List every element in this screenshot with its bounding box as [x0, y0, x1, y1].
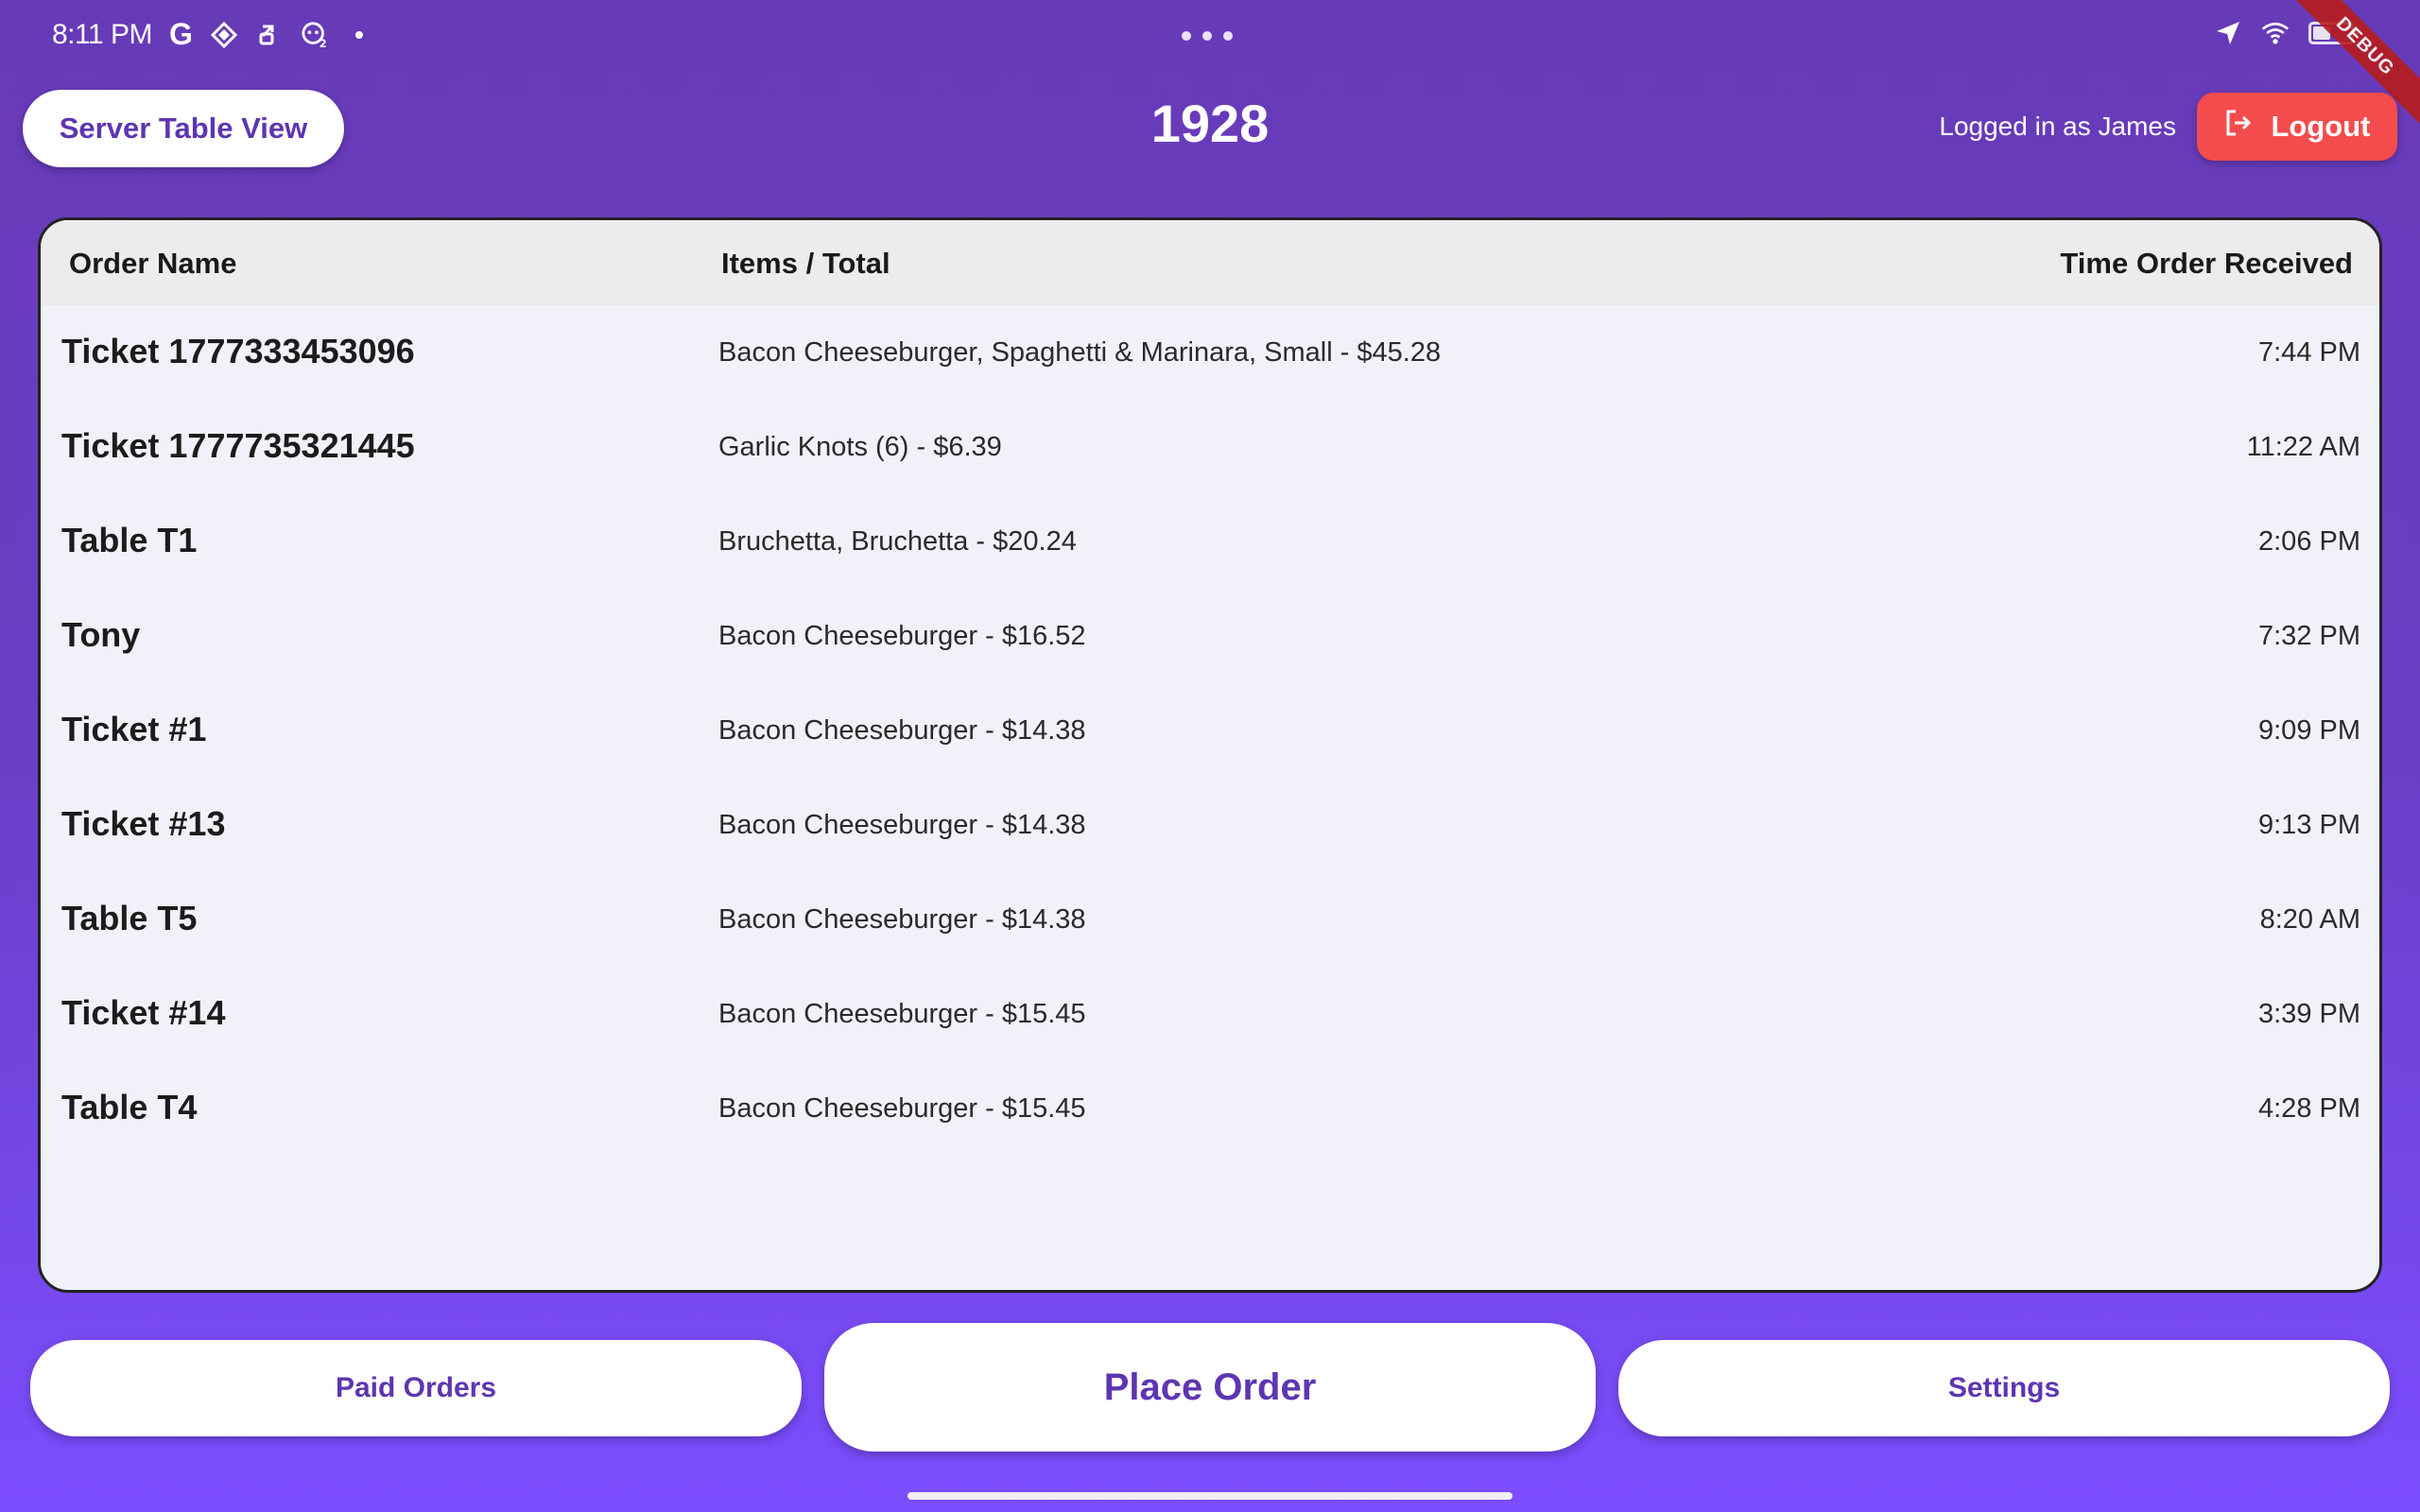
page-title: 1928 [1150, 94, 1270, 153]
order-time: 3:39 PM [2258, 999, 2360, 1029]
table-row[interactable]: Tony Bacon Cheeseburger - $16.52 7:32 PM [41, 589, 2379, 683]
table-row[interactable]: Table T1 Bruchetta, Bruchetta - $20.24 2… [41, 494, 2379, 589]
table-header: Order Name Items / Total Time Order Rece… [41, 220, 2379, 305]
order-name: Table T5 [61, 899, 198, 937]
column-header-time: Time Order Received [2060, 247, 2353, 280]
table-row[interactable]: Ticket 1777735321445 Garlic Knots (6) - … [41, 400, 2379, 494]
order-time: 7:44 PM [2258, 337, 2360, 368]
order-name: Ticket #13 [61, 804, 226, 843]
table-row[interactable]: Ticket #13 Bacon Cheeseburger - $14.38 9… [41, 778, 2379, 872]
order-items: Bruchetta, Bruchetta - $20.24 [718, 526, 1077, 557]
game-controller-icon: 2 [301, 21, 329, 49]
logout-label: Logout [2271, 110, 2371, 143]
location-arrow-icon [2214, 19, 2242, 47]
paid-orders-button[interactable]: Paid Orders [30, 1340, 802, 1436]
settings-button[interactable]: Settings [1618, 1340, 2390, 1436]
order-time: 9:13 PM [2258, 810, 2360, 840]
order-items: Bacon Cheeseburger - $16.52 [718, 621, 1086, 651]
order-name: Tony [61, 615, 141, 654]
order-name: Ticket #1 [61, 710, 207, 748]
more-dots-icon[interactable] [1182, 31, 1233, 41]
order-name: Table T1 [61, 521, 198, 559]
order-time: 9:09 PM [2258, 715, 2360, 746]
svg-text:2: 2 [320, 38, 327, 49]
server-table-view-button[interactable]: Server Table View [23, 90, 344, 167]
table-row[interactable]: Ticket #1 Bacon Cheeseburger - $14.38 9:… [41, 683, 2379, 778]
table-row[interactable]: Ticket #14 Bacon Cheeseburger - $15.45 3… [41, 967, 2379, 1061]
dot-icon [354, 30, 363, 39]
logout-button[interactable]: Logout [2197, 93, 2397, 161]
order-time: 2:06 PM [2258, 526, 2360, 557]
order-time: 7:32 PM [2258, 621, 2360, 651]
order-time: 11:22 AM [2246, 432, 2360, 462]
logout-icon [2223, 108, 2254, 146]
order-items: Bacon Cheeseburger - $15.45 [718, 999, 1086, 1029]
order-name: Table T4 [61, 1088, 198, 1126]
place-order-button[interactable]: Place Order [824, 1323, 1596, 1452]
home-indicator[interactable] [908, 1492, 1512, 1500]
order-time: 8:20 AM [2259, 904, 2360, 935]
order-name: Ticket 1777735321445 [61, 426, 415, 465]
order-name: Ticket 1777333453096 [61, 332, 415, 370]
google-icon: G [169, 17, 193, 51]
order-items: Bacon Cheeseburger - $14.38 [718, 810, 1086, 840]
order-items: Garlic Knots (6) - $6.39 [718, 432, 1002, 462]
order-items: Bacon Cheeseburger - $14.38 [718, 904, 1086, 935]
orders-table: Order Name Items / Total Time Order Rece… [38, 217, 2382, 1293]
order-time: 4:28 PM [2258, 1093, 2360, 1124]
status-bar-left: 8:11 PM G 2 [52, 17, 363, 52]
logged-in-label: Logged in as James [1939, 112, 2176, 141]
column-header-items-total: Items / Total [721, 247, 890, 280]
order-items: Bacon Cheeseburger - $15.45 [718, 1093, 1086, 1124]
wifi-icon [2261, 19, 2290, 47]
order-name: Ticket #14 [61, 993, 226, 1032]
sync-icon [255, 21, 284, 49]
table-row[interactable]: Table T5 Bacon Cheeseburger - $14.38 8:2… [41, 872, 2379, 967]
table-row[interactable]: Table T4 Bacon Cheeseburger - $15.45 4:2… [41, 1061, 2379, 1156]
table-row[interactable]: Ticket 1777333453096 Bacon Cheeseburger,… [41, 305, 2379, 400]
diamond-icon [210, 21, 238, 49]
order-items: Bacon Cheeseburger, Spaghetti & Marinara… [718, 337, 1442, 368]
status-bar: 8:11 PM G 2 DEBUG [0, 0, 2420, 138]
order-items: Bacon Cheeseburger - $14.38 [718, 715, 1086, 746]
column-header-order-name: Order Name [69, 247, 237, 280]
status-time: 8:11 PM [52, 18, 153, 50]
